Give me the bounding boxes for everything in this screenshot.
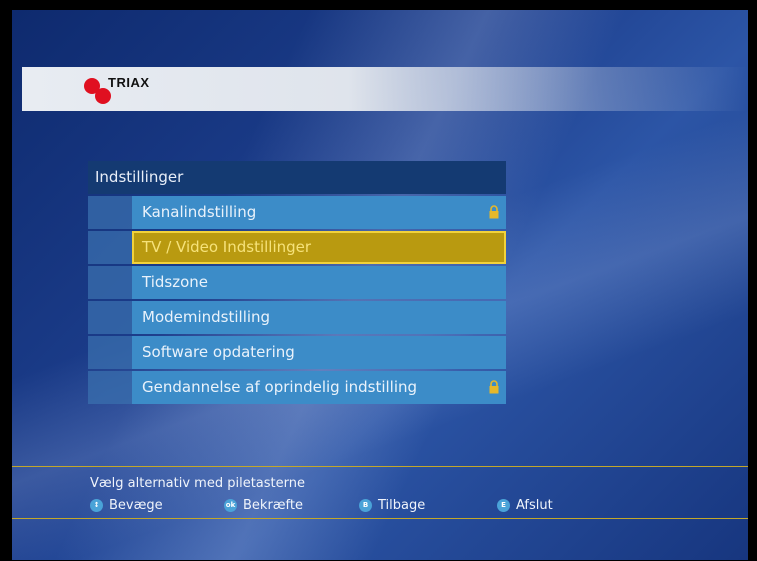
menu-item-tidszone[interactable]: Tidszone: [88, 266, 506, 299]
row-gutter: [88, 371, 132, 404]
menu-item-label[interactable]: Kanalindstilling: [132, 196, 506, 229]
tv-screen: TRIAX Indstillinger Kanalindstilling TV …: [12, 10, 748, 560]
back-icon: B: [359, 499, 372, 512]
legend-label: Bevæge: [109, 498, 163, 513]
brand-name: TRIAX: [108, 75, 150, 90]
menu-item-label[interactable]: Software opdatering: [132, 336, 506, 369]
row-gutter: [88, 196, 132, 229]
legend-label: Afslut: [516, 498, 553, 513]
footer-divider-bottom: [12, 518, 748, 519]
row-gutter: [88, 231, 132, 264]
exit-icon: E: [497, 499, 510, 512]
menu-item-gendannelse[interactable]: Gendannelse af oprindelig indstilling: [88, 371, 506, 404]
legend-label: Tilbage: [378, 498, 426, 513]
row-gutter: [88, 266, 132, 299]
ok-icon: ok: [224, 499, 237, 512]
row-gutter: [88, 336, 132, 369]
menu-item-label[interactable]: Tidszone: [132, 266, 506, 299]
menu-item-modemindstilling[interactable]: Modemindstilling: [88, 301, 506, 334]
legend-move: ↕ Bevæge: [90, 498, 163, 513]
menu-item-label[interactable]: Modemindstilling: [132, 301, 506, 334]
legend-confirm: ok Bekræfte: [224, 498, 303, 513]
footer-divider-top: [12, 466, 748, 467]
lock-icon: [489, 205, 499, 219]
legend-label: Bekræfte: [243, 498, 303, 513]
legend-back: B Tilbage: [359, 498, 425, 513]
menu-item-label[interactable]: Gendannelse af oprindelig indstilling: [132, 371, 506, 404]
footer-hint: Vælg alternativ med piletasterne: [90, 476, 305, 491]
lock-icon: [489, 380, 499, 394]
menu-list: Kanalindstilling TV / Video Indstillinge…: [88, 196, 506, 406]
menu-title: Indstillinger: [88, 161, 506, 194]
menu-item-software[interactable]: Software opdatering: [88, 336, 506, 369]
menu-item-kanalindstilling[interactable]: Kanalindstilling: [88, 196, 506, 229]
legend-exit: E Afslut: [497, 498, 553, 513]
menu-item-label-selected[interactable]: TV / Video Indstillinger: [132, 231, 506, 264]
arrows-icon: ↕: [90, 499, 103, 512]
menu-item-tv-video[interactable]: TV / Video Indstillinger: [88, 231, 506, 264]
row-gutter: [88, 301, 132, 334]
